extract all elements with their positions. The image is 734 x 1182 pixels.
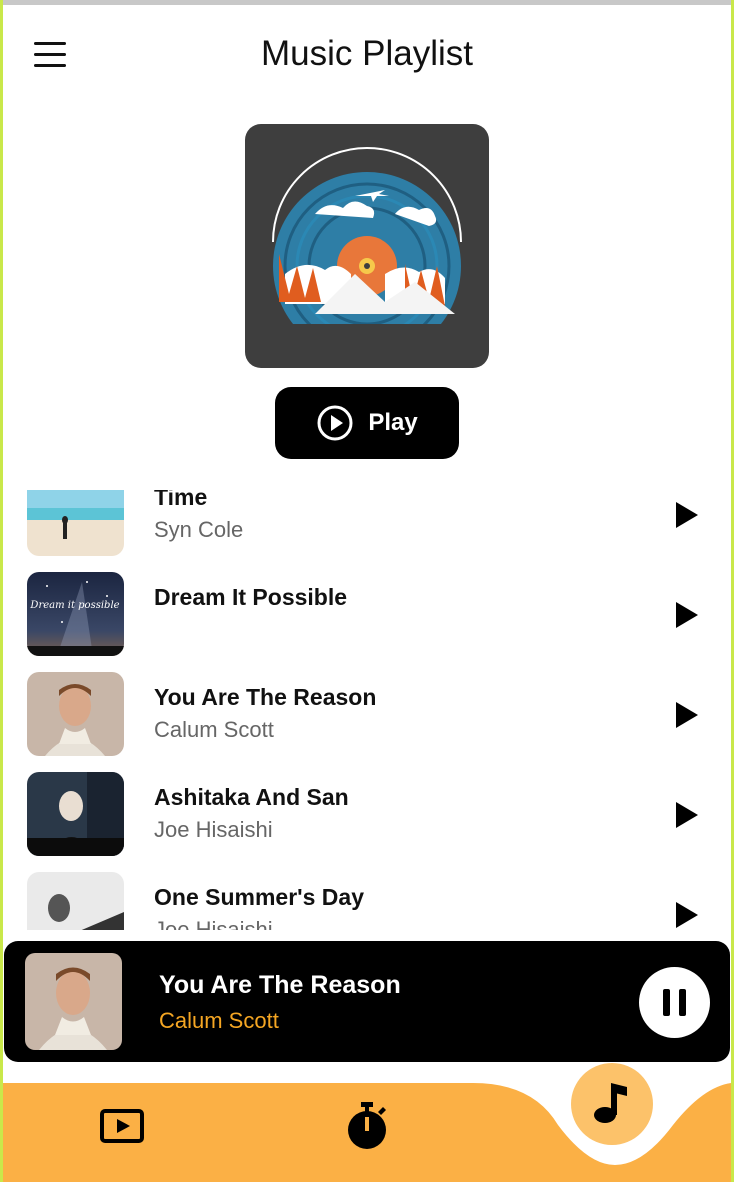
page-title: Music Playlist bbox=[261, 34, 473, 73]
play-circle-icon bbox=[317, 405, 353, 441]
play-button[interactable]: Play bbox=[275, 387, 459, 459]
vinyl-record-art bbox=[272, 147, 462, 324]
svg-text:Dream it possible: Dream it possible bbox=[29, 600, 119, 611]
status-strip bbox=[0, 0, 734, 5]
song-title: Dream It Possible bbox=[154, 584, 348, 610]
pause-icon bbox=[663, 989, 670, 1016]
play-button-label: Play bbox=[368, 409, 418, 436]
song-thumbnail bbox=[27, 772, 124, 856]
play-icon[interactable] bbox=[674, 900, 700, 930]
playlist-cover bbox=[245, 124, 489, 368]
music-note-icon bbox=[594, 1083, 627, 1123]
now-playing-bar[interactable]: You Are The Reason Calum Scott bbox=[4, 941, 730, 1062]
song-artist: Joe Hisaishi bbox=[154, 817, 273, 842]
now-playing-artist: Calum Scott bbox=[159, 1008, 279, 1033]
now-playing-thumbnail bbox=[25, 953, 122, 1050]
video-player-icon[interactable] bbox=[100, 1108, 146, 1151]
song-title: One Summer's Day bbox=[154, 884, 364, 910]
stopwatch-icon[interactable] bbox=[345, 1100, 389, 1157]
play-icon[interactable] bbox=[674, 500, 700, 530]
song-artist: Calum Scott bbox=[154, 717, 274, 742]
song-artist: Syn Cole bbox=[154, 517, 244, 542]
play-icon[interactable] bbox=[674, 600, 700, 630]
song-artist: Joe Hisaishi bbox=[154, 917, 273, 930]
list-item[interactable]: One Summer's Day Joe Hisaishi bbox=[0, 872, 734, 930]
song-title: Time bbox=[154, 490, 208, 510]
now-playing-title: You Are The Reason bbox=[159, 971, 401, 999]
list-item[interactable]: Ashitaka And San Joe Hisaishi bbox=[0, 772, 734, 860]
song-thumbnail: Time bbox=[27, 490, 124, 556]
music-nav-button[interactable] bbox=[571, 1063, 653, 1145]
play-icon[interactable] bbox=[674, 700, 700, 730]
song-thumbnail: Dream it possible bbox=[27, 572, 124, 656]
play-icon[interactable] bbox=[674, 800, 700, 830]
song-list[interactable]: Time Time Syn Cole Dream it possible Dre… bbox=[0, 490, 734, 930]
svg-text:Time: Time bbox=[50, 490, 99, 493]
list-item[interactable]: You Are The Reason Calum Scott bbox=[0, 672, 734, 760]
pause-button[interactable] bbox=[639, 967, 710, 1038]
list-item[interactable]: Dream it possible Dream It Possible bbox=[0, 572, 734, 660]
song-title: You Are The Reason bbox=[154, 684, 377, 710]
list-item[interactable]: Time Time Syn Cole bbox=[0, 490, 734, 560]
song-thumbnail bbox=[27, 872, 124, 930]
song-title: Ashitaka And San bbox=[154, 784, 349, 810]
song-thumbnail bbox=[27, 672, 124, 756]
